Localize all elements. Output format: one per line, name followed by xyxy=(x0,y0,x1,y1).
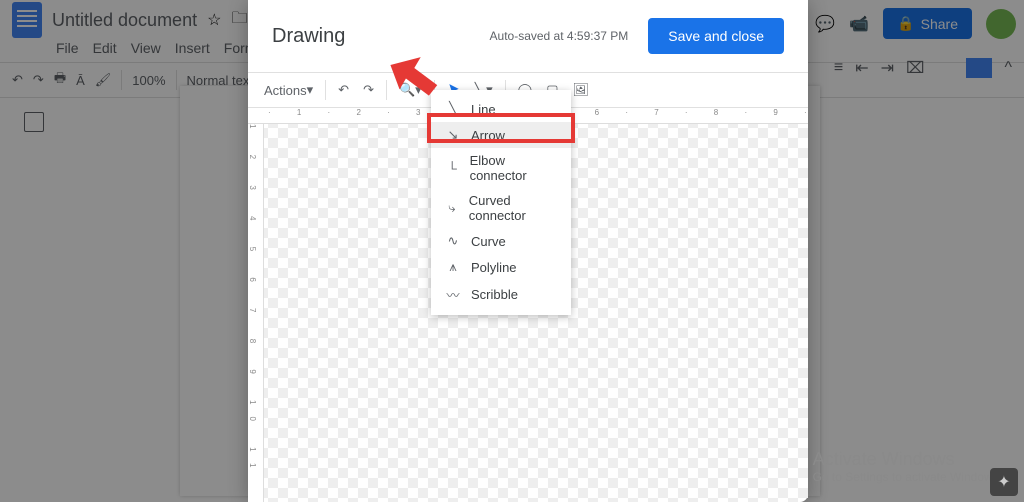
save-and-close-button[interactable]: Save and close xyxy=(648,18,784,54)
line-tool-dropdown: ╲Line ↘Arrow └Elbow connector ⤷Curved co… xyxy=(431,90,571,315)
polyline-icon: ⩚ xyxy=(445,259,461,275)
autosave-status: Auto-saved at 4:59:37 PM xyxy=(490,29,629,43)
arrow-option[interactable]: ↘Arrow xyxy=(431,122,571,148)
curved-connector-option[interactable]: ⤷Curved connector xyxy=(431,188,571,228)
curve-option[interactable]: ∿Curve xyxy=(431,228,571,254)
redo-icon[interactable]: ↷ xyxy=(357,78,380,102)
curved-icon: ⤷ xyxy=(445,200,459,216)
curve-icon: ∿ xyxy=(445,233,461,249)
modal-title: Drawing xyxy=(272,25,345,48)
explore-button[interactable]: ✦ xyxy=(990,468,1018,496)
zoom-icon[interactable]: 🔍▾ xyxy=(393,78,428,102)
undo-icon[interactable]: ↶ xyxy=(332,78,355,102)
scribble-option[interactable]: 〰Scribble xyxy=(431,280,571,309)
arrow-icon: ↘ xyxy=(445,127,461,143)
elbow-connector-option[interactable]: └Elbow connector xyxy=(431,148,571,188)
scribble-icon: 〰 xyxy=(445,285,461,304)
windows-activation-watermark: Activate Windows Go to Settings to activ… xyxy=(813,449,1002,484)
actions-menu[interactable]: Actions▾ xyxy=(258,78,319,102)
polyline-option[interactable]: ⩚Polyline xyxy=(431,254,571,280)
line-option[interactable]: ╲Line xyxy=(431,96,571,122)
line-icon: ╲ xyxy=(445,101,461,117)
elbow-icon: └ xyxy=(445,161,460,176)
vertical-ruler: 1 2 3 4 5 6 7 8 9 10 11 xyxy=(248,124,264,502)
